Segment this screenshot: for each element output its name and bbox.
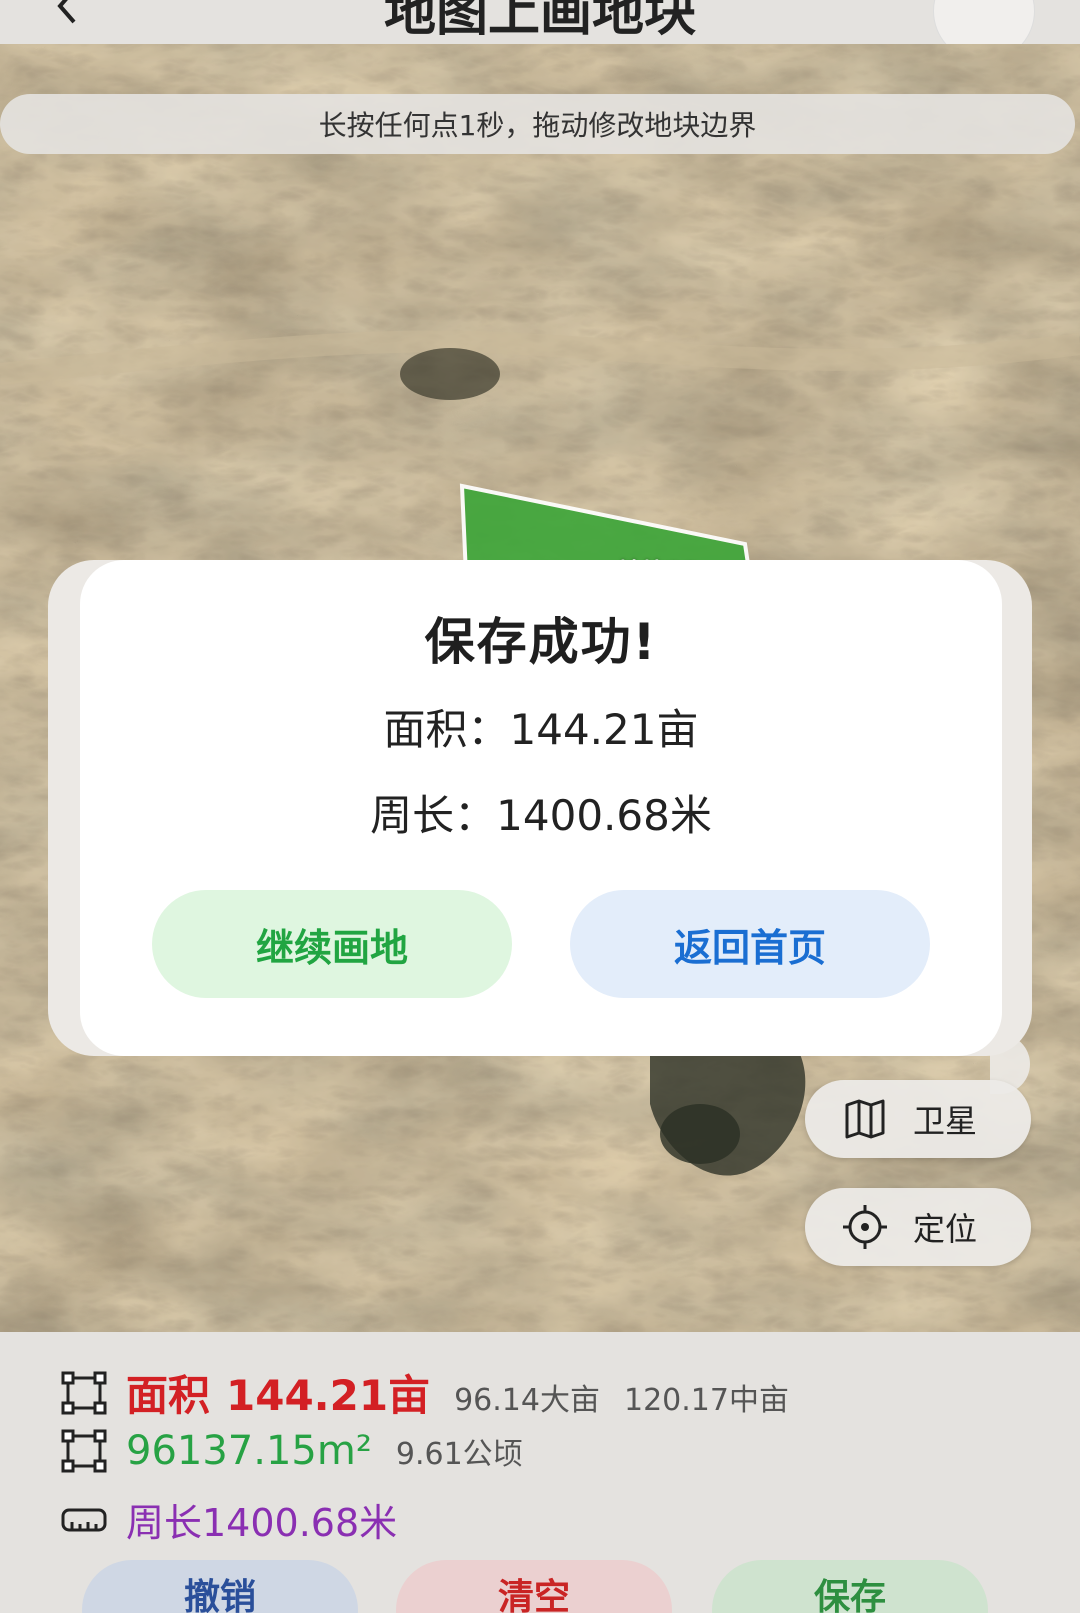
- undo-button[interactable]: 撤销: [82, 1560, 358, 1613]
- app-screen: 地图上画地块 长按任何点1秒，拖动修改地块边界 卫星 定位 保存成功! 面积：1…: [0, 0, 1080, 1613]
- square-corners-icon: [61, 1371, 107, 1414]
- top-right-button[interactable]: [933, 0, 1035, 44]
- area-zhong-mu-value: 120.17中亩: [623, 1383, 789, 1418]
- perimeter-value: 周长1400.68米: [126, 1501, 398, 1545]
- top-app-bar: 地图上画地块: [0, 0, 1080, 44]
- crosshair-icon: [843, 1205, 887, 1249]
- area-m2-value: 96137.15m²: [126, 1428, 372, 1474]
- dialog-perimeter-line: 周长：1400.68米: [80, 782, 1002, 843]
- locate-button[interactable]: 定位: [805, 1188, 1031, 1266]
- page-title: 地图上画地块: [383, 0, 696, 43]
- square-corners-icon: [61, 1429, 107, 1473]
- dialog-title: 保存成功!: [424, 613, 658, 671]
- area-da-mu-value: 96.14大亩: [454, 1383, 600, 1418]
- satellite-label: 卫星: [913, 1102, 978, 1140]
- satellite-toggle-button[interactable]: 卫星: [805, 1080, 1031, 1158]
- area-mu-value: 144.21亩: [226, 1371, 431, 1420]
- save-success-dialog: 保存成功! 面积：144.21亩 周长：1400.68米 继续画地 返回首页: [80, 560, 1002, 1056]
- continue-drawing-button[interactable]: 继续画地: [152, 890, 512, 998]
- area-mu-row: 面积 144.21亩 96.14大亩 120.17中亩: [60, 1362, 789, 1423]
- locate-label: 定位: [913, 1210, 978, 1248]
- return-home-button[interactable]: 返回首页: [570, 890, 930, 998]
- map-icon: [845, 1099, 885, 1139]
- dialog-perimeter-label: 周长：: [370, 791, 497, 840]
- area-m2-row: 96137.15m² 9.61公顷: [60, 1428, 523, 1474]
- dialog-area-label: 面积：: [383, 705, 510, 754]
- save-button[interactable]: 保存: [712, 1560, 988, 1613]
- area-label: 面积: [126, 1371, 211, 1420]
- ruler-icon: [61, 1508, 107, 1531]
- hint-banner: 长按任何点1秒，拖动修改地块边界: [0, 94, 1075, 154]
- clear-button[interactable]: 清空: [396, 1560, 672, 1613]
- area-hectare-value: 9.61公顷: [395, 1437, 523, 1472]
- dialog-area-line: 面积：144.21亩: [80, 696, 1002, 757]
- dialog-area-value: 144.21亩: [509, 705, 699, 754]
- dialog-perimeter-value: 1400.68米: [496, 791, 712, 840]
- perimeter-row: 周长1400.68米: [60, 1492, 397, 1547]
